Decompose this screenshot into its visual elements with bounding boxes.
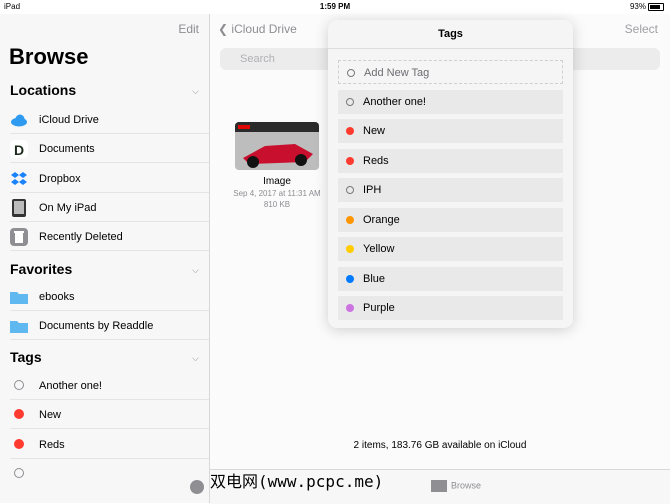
sidebar-item-label: Reds xyxy=(39,439,65,451)
sidebar-item-label: New xyxy=(39,409,62,421)
page-title: Browse xyxy=(9,44,89,69)
tag-dot-icon xyxy=(346,127,354,135)
status-bar: iPad 1:59 PM 93% xyxy=(0,0,670,14)
back-button[interactable]: ❮ iCloud Drive xyxy=(218,22,297,36)
tag-option-blue[interactable]: Blue xyxy=(338,267,563,291)
sidebar-item-label: Documents by Readdle xyxy=(39,320,154,332)
tag-label: Orange xyxy=(363,214,400,226)
tag-dot-icon xyxy=(346,186,354,194)
back-label: iCloud Drive xyxy=(231,22,297,36)
sidebar-item-dropbox[interactable]: Dropbox xyxy=(10,164,209,193)
tag-label: IPH xyxy=(363,184,382,196)
sidebar: Edit Browse Locations ⌵ iCloud Drive D D… xyxy=(0,14,210,503)
tag-option-yellow[interactable]: Yellow xyxy=(338,237,563,261)
sidebar-item-icloud-drive[interactable]: iCloud Drive xyxy=(10,105,209,134)
sidebar-item-label: Dropbox xyxy=(39,173,81,185)
tag-dot-icon xyxy=(346,157,354,165)
folder-icon xyxy=(431,480,447,492)
tag-dot-icon xyxy=(347,69,355,77)
sidebar-item-label: iCloud Drive xyxy=(39,114,99,126)
chevron-down-icon[interactable]: ⌵ xyxy=(192,265,199,276)
cloud-icon xyxy=(10,111,28,129)
tag-option-orange[interactable]: Orange xyxy=(338,208,563,232)
sidebar-item-label: Documents xyxy=(39,143,95,155)
tag-option-iph[interactable]: IPH xyxy=(338,178,563,202)
tag-label: Reds xyxy=(363,155,389,167)
chevron-left-icon: ❮ xyxy=(218,22,229,36)
clock: 1:59 PM xyxy=(319,2,351,11)
select-button[interactable]: Select xyxy=(625,22,658,36)
tags-popover: Tags Add New Tag Another one! New Reds I… xyxy=(328,20,573,328)
file-size: 810 KB xyxy=(263,200,291,209)
edit-button[interactable]: Edit xyxy=(178,22,199,36)
tag-dot-icon xyxy=(14,409,24,419)
sidebar-tag-another-one[interactable]: Another one! xyxy=(10,371,209,400)
sidebar-item-on-my-ipad[interactable]: On My iPad xyxy=(10,193,209,222)
section-tags[interactable]: Tags xyxy=(10,349,42,365)
tag-label: Another one! xyxy=(363,96,426,108)
storage-info: 2 items, 183.76 GB available on iCloud xyxy=(353,440,527,451)
chevron-down-icon[interactable]: ⌵ xyxy=(192,353,199,364)
popover-title: Tags xyxy=(438,28,463,40)
sidebar-item-documents-by-readdle[interactable]: Documents by Readdle xyxy=(10,311,209,340)
file-name[interactable]: Image xyxy=(230,176,324,187)
tab-browse[interactable]: Browse xyxy=(431,480,481,492)
tag-dot-icon xyxy=(14,468,24,478)
tag-dot-icon xyxy=(346,216,354,224)
search-placeholder: Search xyxy=(240,53,275,65)
file-meta: Sep 4, 2017 at 11:31 AM 810 KB xyxy=(230,188,324,210)
sidebar-item-recently-deleted[interactable]: Recently Deleted xyxy=(10,222,209,251)
dropbox-icon xyxy=(10,170,28,188)
sidebar-tag-partial[interactable] xyxy=(10,459,209,488)
sidebar-tag-reds[interactable]: Reds xyxy=(10,430,209,459)
tag-dot-icon xyxy=(346,304,354,312)
section-favorites[interactable]: Favorites xyxy=(10,261,72,277)
tag-dot-icon xyxy=(14,380,24,390)
folder-icon xyxy=(10,288,28,306)
file-thumbnail[interactable] xyxy=(235,122,319,170)
svg-text:D: D xyxy=(14,142,24,158)
divider xyxy=(328,48,573,49)
trash-icon xyxy=(10,228,28,246)
tag-option-reds[interactable]: Reds xyxy=(338,149,563,173)
add-new-tag-label: Add New Tag xyxy=(364,67,430,79)
section-locations[interactable]: Locations xyxy=(10,82,76,98)
sidebar-item-label: Another one! xyxy=(39,380,102,392)
documents-app-icon: D xyxy=(10,140,28,158)
sidebar-item-label: ebooks xyxy=(39,291,75,303)
file-date: Sep 4, 2017 at 11:31 AM xyxy=(233,189,321,198)
tag-label: Blue xyxy=(363,273,386,285)
sidebar-item-label: On My iPad xyxy=(39,202,97,214)
chevron-down-icon[interactable]: ⌵ xyxy=(192,86,199,97)
add-new-tag-button[interactable]: Add New Tag xyxy=(338,60,563,84)
sidebar-item-label: Recently Deleted xyxy=(39,231,123,243)
tag-dot-icon xyxy=(346,98,354,106)
watermark: 双电网(www.pcpc.me) xyxy=(210,472,384,491)
tag-label: Purple xyxy=(363,302,395,314)
tag-dot-icon xyxy=(346,275,354,283)
tag-option-purple[interactable]: Purple xyxy=(338,296,563,320)
tag-dot-icon xyxy=(14,439,24,449)
tab-recents[interactable] xyxy=(190,480,204,494)
tag-option-another-one[interactable]: Another one! xyxy=(338,90,563,114)
battery-icon xyxy=(648,2,664,11)
battery-status: 93% xyxy=(630,2,664,11)
sidebar-item-ebooks[interactable]: ebooks xyxy=(10,282,209,311)
tag-label: New xyxy=(363,125,386,137)
sidebar-tag-new[interactable]: New xyxy=(10,400,209,429)
ipad-icon xyxy=(10,199,28,217)
folder-icon xyxy=(10,317,28,335)
battery-percent: 93% xyxy=(629,2,646,11)
tag-dot-icon xyxy=(346,245,354,253)
tab-browse-label: Browse xyxy=(451,480,482,491)
sidebar-item-documents[interactable]: D Documents xyxy=(10,134,209,163)
tag-label: Yellow xyxy=(363,243,395,255)
tag-option-new[interactable]: New xyxy=(338,119,563,143)
